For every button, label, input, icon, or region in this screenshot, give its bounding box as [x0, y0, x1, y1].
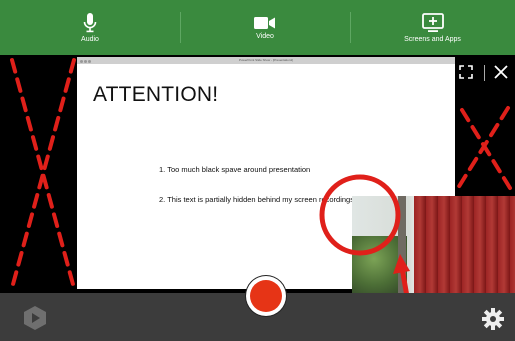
camera-preview[interactable] — [352, 196, 515, 293]
screens-and-apps-label: Screens and Apps — [404, 35, 461, 43]
camera-curtain — [414, 196, 515, 293]
screen-share-icon — [421, 12, 444, 32]
fullscreen-icon[interactable] — [459, 65, 473, 79]
audio-button[interactable]: Audio — [0, 0, 180, 55]
microphone-icon — [83, 12, 97, 32]
video-button[interactable]: Video — [180, 0, 350, 55]
slide-title: ATTENTION! — [93, 83, 219, 106]
presentation-window-title: PowerPoint Slide Show - [Presentation1] — [238, 58, 294, 62]
top-toolbar: Audio Video Screens and Apps — [0, 0, 515, 55]
slide-point-1: 1. Too much black spave around presentat… — [159, 165, 311, 174]
preview-stage: PowerPoint Slide Show - [Presentation1] … — [0, 55, 515, 293]
video-camera-icon — [254, 16, 275, 29]
screens-and-apps-button[interactable]: Screens and Apps — [350, 0, 515, 55]
video-label: Video — [256, 32, 274, 40]
control-divider — [484, 65, 485, 81]
window-controls — [80, 59, 92, 66]
audio-label: Audio — [81, 35, 99, 43]
gear-icon[interactable] — [481, 307, 505, 331]
close-icon[interactable] — [494, 65, 508, 79]
presentation-titlebar: PowerPoint Slide Show - [Presentation1] — [77, 57, 455, 64]
record-button[interactable] — [246, 276, 286, 316]
slide-point-2: 2. This text is partially hidden behind … — [159, 195, 354, 204]
camera-window-frame — [398, 196, 406, 293]
app-logo-icon — [24, 306, 46, 330]
